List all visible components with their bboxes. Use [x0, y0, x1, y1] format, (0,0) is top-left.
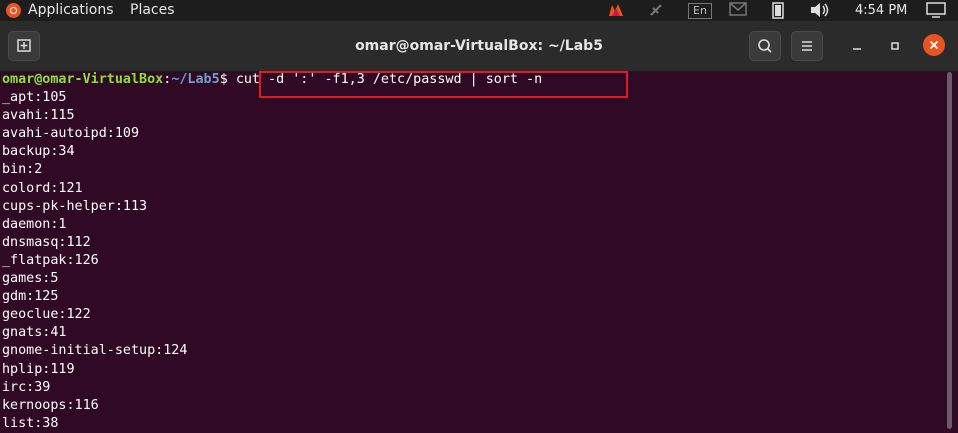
output-line: gnome-initial-setup:124: [2, 343, 188, 359]
battery-icon[interactable]: [770, 2, 786, 19]
prompt-user: omar@omar-VirtualBox: [2, 72, 164, 87]
maximize-button[interactable]: [885, 36, 905, 56]
ubuntu-logo-icon[interactable]: [6, 3, 21, 18]
command-highlight-box: [259, 71, 628, 98]
applications-menu[interactable]: Applications: [28, 0, 114, 21]
keyboard-layout-indicator[interactable]: En: [688, 3, 712, 19]
output-line: bin:2: [2, 162, 43, 178]
places-menu[interactable]: Places: [130, 0, 175, 21]
output-line: cups-pk-helper:113: [2, 198, 148, 214]
output-line: avahi:115: [2, 108, 75, 124]
output-line: dnsmasq:112: [2, 234, 91, 250]
prompt-end: $: [219, 72, 236, 87]
system-menu-icon[interactable]: [925, 2, 947, 19]
clock[interactable]: 4:54 PM: [855, 0, 907, 21]
output-line: colord:121: [2, 180, 83, 196]
minimize-button[interactable]: [847, 36, 867, 56]
output-line: avahi-autoipd:109: [2, 126, 140, 142]
search-button[interactable]: [749, 31, 781, 61]
menu-button[interactable]: [791, 31, 823, 61]
output-line: irc:39: [2, 379, 51, 395]
output-line: list:38: [2, 415, 59, 431]
close-button[interactable]: [923, 34, 945, 56]
volume-icon[interactable]: [808, 2, 832, 19]
output-line: backup:34: [2, 144, 75, 160]
output-line: gnats:41: [2, 325, 67, 341]
output-line: _apt:105: [2, 90, 67, 105]
output-line: hplip:119: [2, 361, 75, 377]
app-indicator-icon[interactable]: [606, 2, 626, 19]
top-panel: Applications Places En 4:54 PM: [0, 0, 958, 21]
mail-icon[interactable]: [728, 2, 748, 19]
terminal-view[interactable]: omar@omar-VirtualBox:~/Lab5$ cut -d ':' …: [0, 71, 958, 431]
scrollbar[interactable]: [947, 72, 952, 429]
network-icon[interactable]: [646, 2, 666, 19]
output-line: games:5: [2, 271, 59, 286]
output-line: daemon:1: [2, 216, 67, 232]
output-line: geoclue:122: [2, 307, 91, 323]
output-line: kernoops:116: [2, 397, 99, 413]
output-line: gdm:125: [2, 289, 59, 305]
output-line: _flatpak:126: [2, 252, 99, 268]
prompt-path: ~/Lab5: [171, 72, 220, 87]
window-titlebar: omar@omar-VirtualBox: ~/Lab5: [0, 21, 958, 72]
